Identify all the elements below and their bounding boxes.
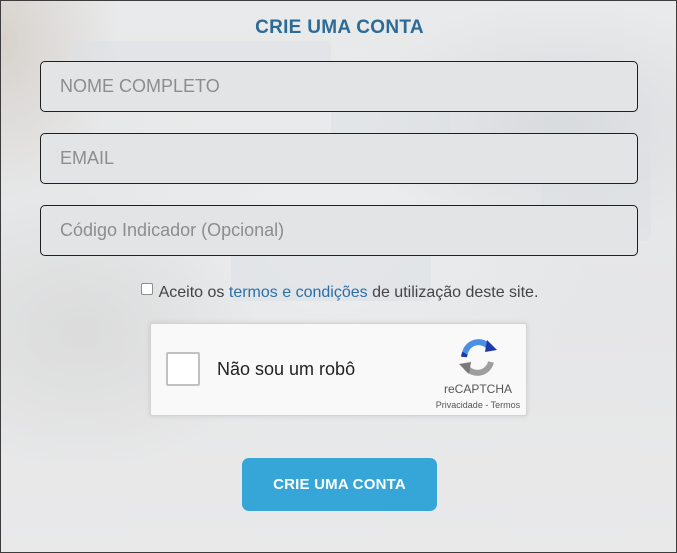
email-input[interactable] xyxy=(40,133,638,184)
recaptcha-brand: reCAPTCHA xyxy=(443,382,512,396)
terms-prefix: Aceito os xyxy=(158,284,225,301)
recaptcha-separator: - xyxy=(482,400,491,410)
recaptcha-widget: Não sou um robô reCAPTCHA Privacidade - … xyxy=(150,323,527,416)
terms-suffix: de utilização deste site. xyxy=(372,284,539,301)
terms-row: Aceito os termos e condições de utilizaç… xyxy=(1,283,676,302)
referral-code-input[interactable] xyxy=(40,205,638,256)
form-title: CRIE UMA CONTA xyxy=(255,17,424,38)
recaptcha-logo-icon xyxy=(459,339,497,376)
create-account-button[interactable]: CRIE UMA CONTA xyxy=(242,458,437,511)
full-name-input[interactable] xyxy=(40,61,638,112)
recaptcha-checkbox[interactable] xyxy=(166,352,200,386)
terms-link[interactable]: termos e condições xyxy=(229,284,368,301)
recaptcha-label: Não sou um robô xyxy=(217,359,356,379)
recaptcha-links: Privacidade - Termos xyxy=(413,400,543,410)
recaptcha-privacy-link[interactable]: Privacidade xyxy=(436,400,483,410)
signup-panel: CRIE UMA CONTA Aceito os termos e condiç… xyxy=(0,0,677,553)
recaptcha-terms-link[interactable]: Termos xyxy=(491,400,521,410)
terms-checkbox[interactable] xyxy=(140,283,153,295)
